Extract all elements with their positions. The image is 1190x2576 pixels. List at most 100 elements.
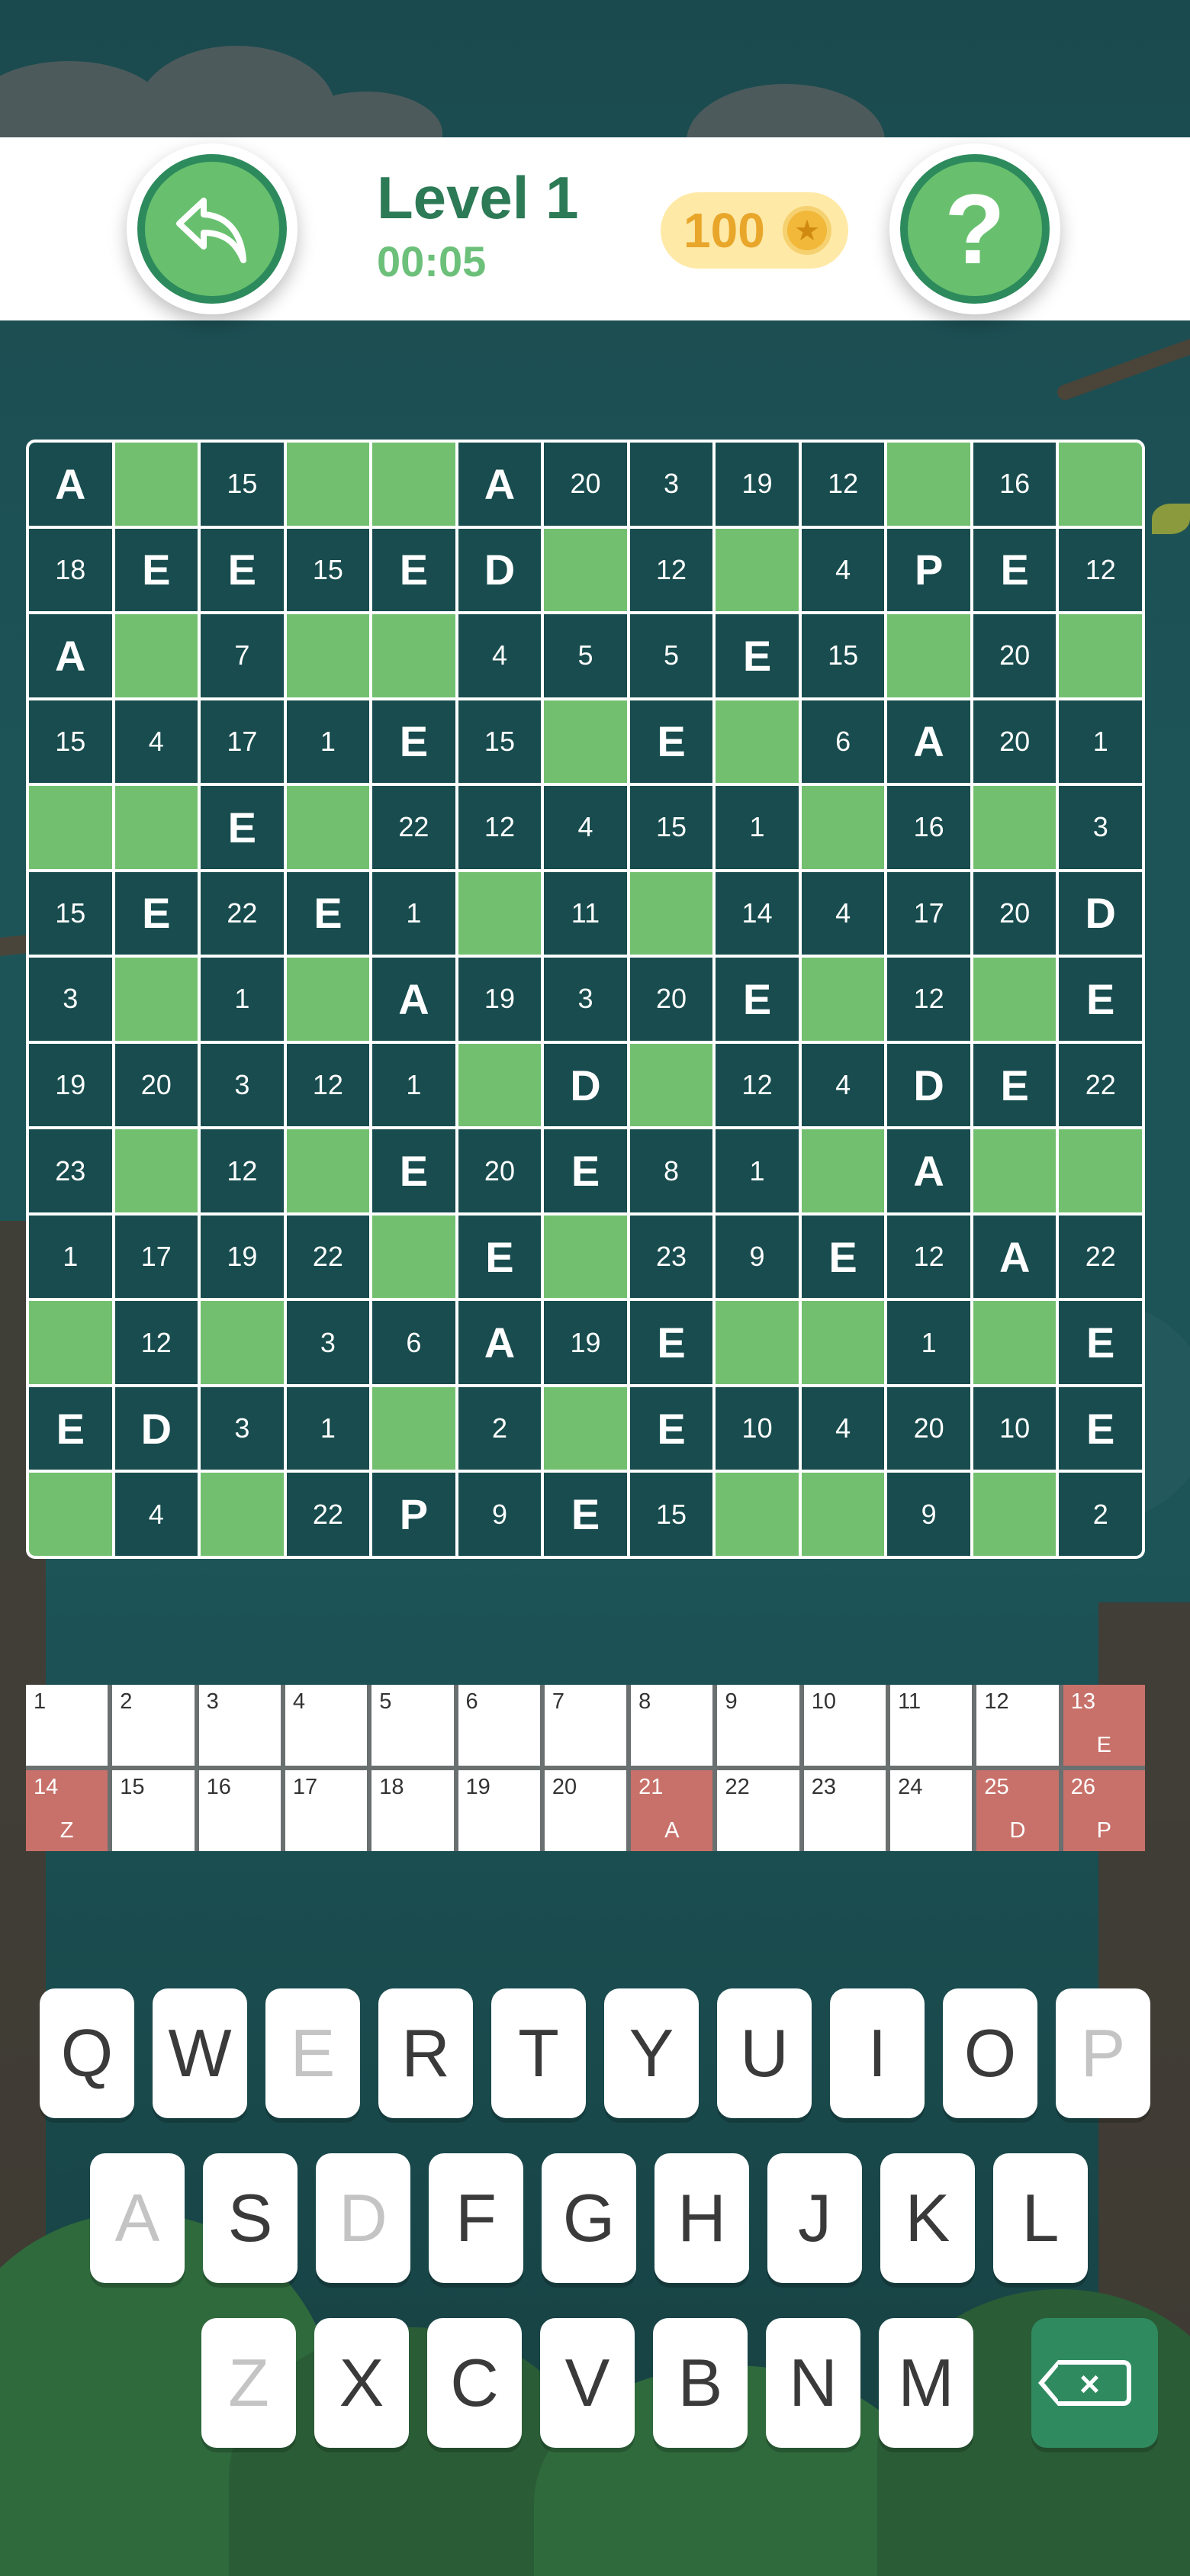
legend-cell[interactable]: 5 bbox=[371, 1685, 454, 1766]
board-cell[interactable]: 23 bbox=[29, 1129, 112, 1212]
board-cell[interactable]: 17 bbox=[887, 871, 970, 955]
key-u[interactable]: U bbox=[717, 1988, 812, 2118]
legend-cell[interactable]: 16 bbox=[198, 1770, 281, 1851]
board-cell[interactable]: 4 bbox=[801, 871, 885, 955]
board-cell[interactable]: 12 bbox=[629, 528, 713, 612]
board-cell[interactable]: E bbox=[801, 1215, 885, 1299]
board-cell[interactable]: 15 bbox=[629, 786, 713, 869]
legend-cell[interactable]: 9 bbox=[717, 1685, 799, 1766]
board-cell[interactable]: E bbox=[629, 1386, 713, 1470]
legend-cell[interactable]: 24 bbox=[890, 1770, 973, 1851]
key-h[interactable]: H bbox=[654, 2153, 749, 2283]
board-cell[interactable]: 22 bbox=[372, 786, 455, 869]
board-cell[interactable]: 3 bbox=[29, 958, 112, 1041]
board-cell[interactable]: 1 bbox=[29, 1215, 112, 1299]
legend-cell[interactable]: 25 D bbox=[976, 1770, 1059, 1851]
legend-cell[interactable]: 17 bbox=[285, 1770, 368, 1851]
board-cell[interactable]: E bbox=[372, 1129, 455, 1212]
board-cell[interactable]: E bbox=[629, 1301, 713, 1384]
board-cell[interactable]: 16 bbox=[973, 443, 1057, 526]
board-cell[interactable]: 12 bbox=[1059, 528, 1142, 612]
board-cell[interactable]: E bbox=[1059, 1301, 1142, 1384]
key-p[interactable]: P bbox=[1056, 1988, 1150, 2118]
key-w[interactable]: W bbox=[153, 1988, 247, 2118]
board-cell[interactable]: 12 bbox=[201, 1129, 284, 1212]
legend-cell[interactable]: 13 E bbox=[1063, 1685, 1145, 1766]
key-x[interactable]: X bbox=[314, 2318, 409, 2448]
key-n[interactable]: N bbox=[766, 2318, 860, 2448]
board-cell[interactable]: 3 bbox=[1059, 786, 1142, 869]
legend-cell[interactable]: 23 bbox=[803, 1770, 886, 1851]
board-cell[interactable]: 19 bbox=[716, 443, 799, 526]
board-cell[interactable]: 11 bbox=[544, 871, 627, 955]
legend-cell[interactable]: 3 bbox=[198, 1685, 281, 1766]
board-cell[interactable]: 4 bbox=[114, 700, 198, 784]
board-cell[interactable]: 4 bbox=[458, 614, 542, 697]
key-f[interactable]: F bbox=[429, 2153, 523, 2283]
board-cell[interactable]: 20 bbox=[114, 1043, 198, 1127]
board-cell[interactable]: E bbox=[114, 871, 198, 955]
board-cell[interactable]: A bbox=[887, 700, 970, 784]
board-cell[interactable]: 20 bbox=[973, 700, 1057, 784]
board-cell[interactable]: 22 bbox=[286, 1473, 370, 1556]
board-cell[interactable]: A bbox=[372, 958, 455, 1041]
key-a[interactable]: A bbox=[90, 2153, 185, 2283]
board-cell[interactable]: 19 bbox=[458, 958, 542, 1041]
board-cell[interactable]: 20 bbox=[887, 1386, 970, 1470]
key-s[interactable]: S bbox=[203, 2153, 298, 2283]
board-cell[interactable]: 1 bbox=[372, 1043, 455, 1127]
board-cell[interactable]: 15 bbox=[29, 700, 112, 784]
board-cell[interactable]: E bbox=[458, 1215, 542, 1299]
board-cell[interactable]: 4 bbox=[801, 528, 885, 612]
board-cell[interactable]: 16 bbox=[887, 786, 970, 869]
board-cell[interactable]: 15 bbox=[201, 443, 284, 526]
board-cell[interactable]: 12 bbox=[716, 1043, 799, 1127]
key-z[interactable]: Z bbox=[201, 2318, 296, 2448]
board-cell[interactable]: 23 bbox=[629, 1215, 713, 1299]
board-cell[interactable]: E bbox=[544, 1473, 627, 1556]
board-cell[interactable]: 19 bbox=[201, 1215, 284, 1299]
board-cell[interactable]: 22 bbox=[286, 1215, 370, 1299]
key-y[interactable]: Y bbox=[604, 1988, 699, 2118]
board-cell[interactable]: E bbox=[973, 1043, 1057, 1127]
key-q[interactable]: Q bbox=[40, 1988, 134, 2118]
key-k[interactable]: K bbox=[880, 2153, 975, 2283]
board-cell[interactable]: 6 bbox=[372, 1301, 455, 1384]
legend-cell[interactable]: 6 bbox=[458, 1685, 540, 1766]
key-b[interactable]: B bbox=[653, 2318, 748, 2448]
key-o[interactable]: O bbox=[943, 1988, 1037, 2118]
board-cell[interactable]: D bbox=[887, 1043, 970, 1127]
board-cell[interactable]: 1 bbox=[286, 1386, 370, 1470]
board-cell[interactable]: 10 bbox=[973, 1386, 1057, 1470]
board-cell[interactable]: P bbox=[372, 1473, 455, 1556]
board-cell[interactable]: 3 bbox=[201, 1386, 284, 1470]
legend-cell[interactable]: 26 P bbox=[1063, 1770, 1145, 1851]
key-e[interactable]: E bbox=[265, 1988, 360, 2118]
key-i[interactable]: I bbox=[830, 1988, 925, 2118]
help-button[interactable]: ? bbox=[889, 143, 1060, 314]
key-m[interactable]: M bbox=[879, 2318, 973, 2448]
board-cell[interactable]: 17 bbox=[114, 1215, 198, 1299]
key-c[interactable]: C bbox=[427, 2318, 522, 2448]
board-cell[interactable]: D bbox=[544, 1043, 627, 1127]
board-cell[interactable]: E bbox=[29, 1386, 112, 1470]
legend-cell[interactable]: 4 bbox=[285, 1685, 368, 1766]
board-cell[interactable]: E bbox=[716, 614, 799, 697]
board-cell[interactable]: 1 bbox=[286, 700, 370, 784]
backspace-key[interactable]: × bbox=[1031, 2318, 1158, 2448]
legend-cell[interactable]: 14 Z bbox=[26, 1770, 108, 1851]
board-cell[interactable]: 15 bbox=[29, 871, 112, 955]
board-cell[interactable]: 4 bbox=[544, 786, 627, 869]
board-cell[interactable]: E bbox=[372, 528, 455, 612]
board-cell[interactable]: 9 bbox=[887, 1473, 970, 1556]
board-cell[interactable]: 19 bbox=[29, 1043, 112, 1127]
board-cell[interactable]: 15 bbox=[458, 700, 542, 784]
key-t[interactable]: T bbox=[491, 1988, 586, 2118]
board-cell[interactable]: 18 bbox=[29, 528, 112, 612]
board-cell[interactable]: D bbox=[114, 1386, 198, 1470]
board-cell[interactable]: E bbox=[114, 528, 198, 612]
board-cell[interactable]: 1 bbox=[716, 1129, 799, 1212]
board-cell[interactable]: 12 bbox=[887, 958, 970, 1041]
board-cell[interactable]: 17 bbox=[201, 700, 284, 784]
board-cell[interactable]: 5 bbox=[544, 614, 627, 697]
